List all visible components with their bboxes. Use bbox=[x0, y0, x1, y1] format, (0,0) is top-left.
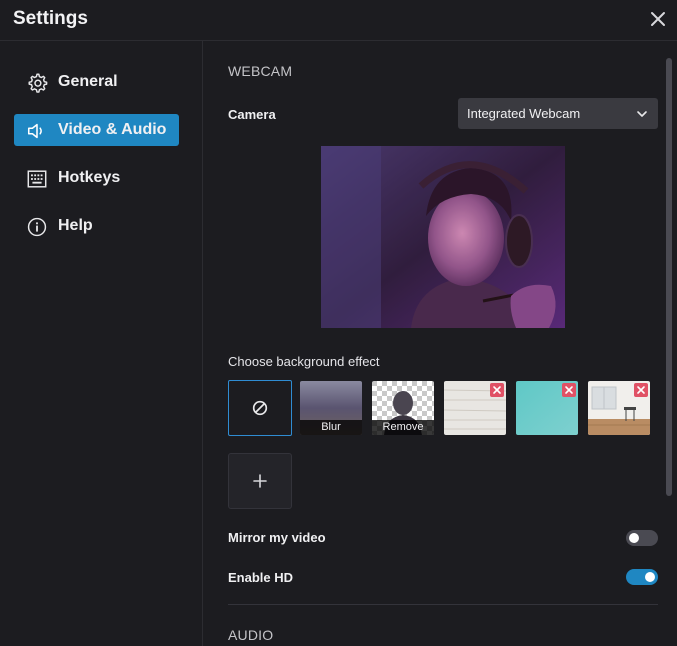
toggle-knob bbox=[645, 572, 655, 582]
chevron-down-icon bbox=[637, 111, 647, 117]
none-icon bbox=[252, 400, 268, 416]
enable-hd-toggle[interactable] bbox=[626, 569, 658, 585]
sidebar-item-label: Hotkeys bbox=[58, 169, 121, 186]
sidebar: General Video & Audio Hotkeys Help bbox=[0, 41, 203, 646]
add-background-button[interactable] bbox=[228, 453, 292, 509]
speaker-icon bbox=[27, 123, 42, 139]
effect-caption: Blur bbox=[300, 420, 362, 435]
remove-effect-button[interactable] bbox=[634, 383, 648, 397]
effect-white-wood[interactable] bbox=[444, 381, 506, 435]
webcam-section-title: WEBCAM bbox=[228, 63, 293, 79]
mirror-video-toggle[interactable] bbox=[626, 530, 658, 546]
effect-blur[interactable]: Blur bbox=[300, 381, 362, 435]
webcam-preview bbox=[321, 146, 565, 328]
enable-hd-label: Enable HD bbox=[228, 570, 294, 585]
close-icon bbox=[565, 386, 573, 394]
sidebar-item-hotkeys[interactable]: Hotkeys bbox=[14, 162, 179, 194]
camera-select-value: Integrated Webcam bbox=[467, 106, 581, 121]
sidebar-item-label: Help bbox=[58, 217, 93, 234]
keyboard-icon bbox=[27, 170, 47, 188]
sidebar-item-video-audio[interactable]: Video & Audio bbox=[14, 114, 179, 146]
close-icon bbox=[493, 386, 501, 394]
effect-remove[interactable]: Remove bbox=[372, 381, 434, 435]
webcam-preview-image bbox=[321, 146, 565, 328]
scrollbar-thumb[interactable] bbox=[666, 58, 672, 496]
sidebar-item-label: General bbox=[58, 73, 118, 90]
audio-section-title: AUDIO bbox=[228, 627, 274, 643]
camera-select[interactable]: Integrated Webcam bbox=[458, 98, 658, 129]
toggle-knob bbox=[629, 533, 639, 543]
close-icon bbox=[637, 386, 645, 394]
sidebar-item-help[interactable]: Help bbox=[14, 210, 179, 242]
window-title: Settings bbox=[13, 8, 88, 29]
effect-teal[interactable] bbox=[516, 381, 578, 435]
effect-none[interactable] bbox=[228, 380, 292, 436]
info-icon bbox=[27, 217, 47, 237]
camera-label: Camera bbox=[228, 107, 276, 122]
sidebar-item-general[interactable]: General bbox=[14, 66, 179, 98]
mirror-video-label: Mirror my video bbox=[228, 530, 326, 545]
plus-icon bbox=[253, 474, 267, 488]
close-icon[interactable] bbox=[648, 9, 668, 29]
section-divider bbox=[228, 604, 658, 605]
title-bar: Settings bbox=[0, 0, 677, 41]
sidebar-item-label: Video & Audio bbox=[58, 121, 167, 138]
settings-content: WEBCAM Camera Integrated Webcam Choose b… bbox=[204, 41, 677, 646]
effect-caption: Remove bbox=[372, 420, 434, 435]
remove-effect-button[interactable] bbox=[490, 383, 504, 397]
effect-room[interactable] bbox=[588, 381, 650, 435]
gear-icon bbox=[28, 73, 48, 93]
remove-effect-button[interactable] bbox=[562, 383, 576, 397]
background-effect-label: Choose background effect bbox=[228, 354, 380, 369]
